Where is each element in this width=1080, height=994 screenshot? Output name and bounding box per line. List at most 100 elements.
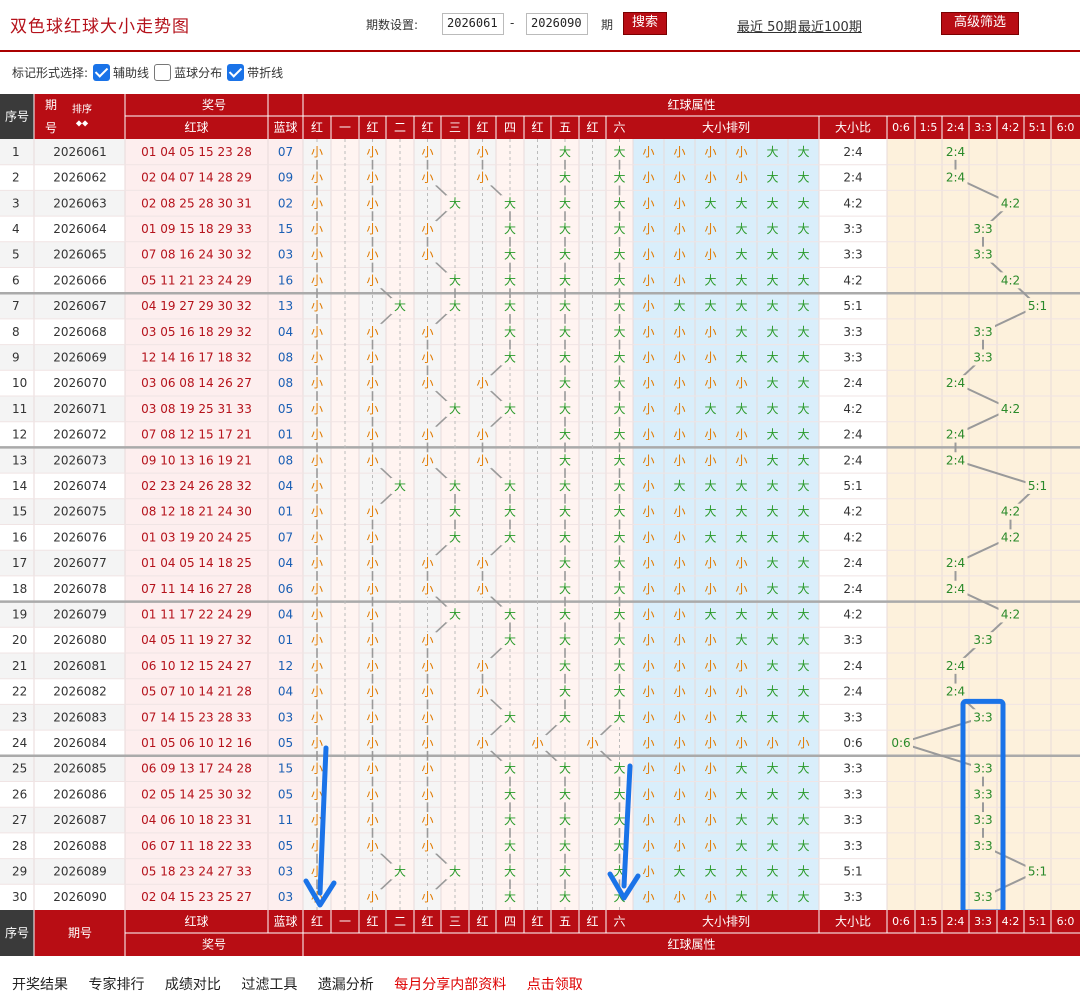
row-seq: 26 — [12, 787, 27, 801]
row-seq: 18 — [12, 582, 27, 596]
row-blue-ball: 12 — [278, 659, 293, 673]
small-mark: 小 — [366, 248, 378, 262]
footer-pos-label: 红 — [531, 914, 543, 929]
dxpl-big: 大 — [797, 376, 809, 390]
small-mark: 小 — [421, 762, 433, 776]
dxpl-small: 小 — [642, 685, 654, 699]
link-score-compare[interactable]: 成绩对比 — [165, 977, 221, 993]
header-pos-label: 红 — [366, 120, 378, 135]
row-ratio: 2:4 — [843, 582, 862, 596]
link-filter-tool[interactable]: 过滤工具 — [241, 977, 297, 993]
dxpl-big: 大 — [797, 325, 809, 339]
row-ratio: 2:4 — [843, 453, 862, 467]
big-mark: 大 — [504, 248, 516, 262]
dxpl-small: 小 — [704, 222, 716, 236]
small-mark: 小 — [421, 787, 433, 801]
dxpl-small: 小 — [673, 607, 685, 621]
row-seq: 11 — [12, 402, 27, 416]
row-period: 2026084 — [53, 736, 106, 750]
ratio-mark: 0:6 — [891, 736, 910, 750]
row-ratio: 3:3 — [843, 787, 862, 801]
dxpl-small: 小 — [642, 505, 654, 519]
ratio-mark: 2:4 — [946, 171, 965, 185]
row-blue-ball: 07 — [278, 145, 293, 159]
row-ratio: 2:4 — [843, 376, 862, 390]
small-mark: 小 — [366, 196, 378, 210]
dxpl-big: 大 — [766, 710, 778, 724]
footer-dxpl-label: 大小排列 — [702, 915, 750, 929]
small-mark: 小 — [421, 890, 433, 904]
row-red-balls: 07 14 15 23 28 33 — [141, 710, 252, 724]
big-mark: 大 — [613, 171, 625, 185]
small-mark: 小 — [421, 633, 433, 647]
dxpl-small: 小 — [704, 376, 716, 390]
small-mark: 小 — [476, 736, 488, 750]
link-claim[interactable]: 点击领取 — [527, 977, 583, 993]
dxpl-big: 大 — [735, 222, 747, 236]
row-period: 2026079 — [53, 607, 106, 621]
dxpl-small: 小 — [642, 787, 654, 801]
bottom-links: 开奖结果 专家排行 成绩对比 过滤工具 遗漏分析 每月分享内部资料 点击领取 — [12, 974, 599, 994]
big-mark: 大 — [559, 607, 571, 621]
big-mark: 大 — [504, 299, 516, 313]
row-period: 2026072 — [53, 428, 106, 442]
link-draw-results[interactable]: 开奖结果 — [12, 977, 68, 993]
dxpl-big: 大 — [704, 273, 716, 287]
header-ratio-col-label: 6:0 — [1057, 121, 1075, 134]
dxpl-small: 小 — [704, 582, 716, 596]
small-mark: 小 — [311, 556, 323, 570]
dxpl-big: 大 — [766, 350, 778, 364]
dxpl-small: 小 — [735, 736, 747, 750]
row-ratio: 5:1 — [843, 479, 862, 493]
link-expert-ranking[interactable]: 专家排行 — [88, 977, 144, 993]
dxpl-big: 大 — [797, 762, 809, 776]
big-mark: 大 — [613, 556, 625, 570]
big-mark: 大 — [613, 813, 625, 827]
header-ratio-col-label: 0:6 — [892, 121, 910, 134]
row-red-balls: 03 06 08 14 26 27 — [141, 376, 252, 390]
link-monthly-share[interactable]: 每月分享内部资料 — [394, 977, 506, 993]
dxpl-small: 小 — [673, 453, 685, 467]
small-mark: 小 — [366, 530, 378, 544]
small-mark: 小 — [311, 710, 323, 724]
big-mark: 大 — [613, 582, 625, 596]
link-omission-analysis[interactable]: 遗漏分析 — [318, 977, 374, 993]
ratio-mark: 2:4 — [946, 428, 965, 442]
big-mark: 大 — [613, 685, 625, 699]
row-ratio: 3:3 — [843, 839, 862, 853]
dxpl-big: 大 — [704, 864, 716, 878]
footer-ratio-col-label: 5:1 — [1029, 915, 1047, 928]
dxpl-big: 大 — [797, 196, 809, 210]
row-blue-ball: 01 — [278, 505, 293, 519]
dxpl-big: 大 — [766, 402, 778, 416]
row-red-balls: 05 07 10 14 21 28 — [141, 685, 252, 699]
big-mark: 大 — [504, 607, 516, 621]
big-mark: 大 — [613, 659, 625, 673]
dxpl-small: 小 — [642, 273, 654, 287]
row-blue-ball: 15 — [278, 762, 293, 776]
big-mark: 大 — [504, 710, 516, 724]
dxpl-big: 大 — [766, 171, 778, 185]
dxpl-big: 大 — [797, 813, 809, 827]
row-red-balls: 07 08 16 24 30 32 — [141, 248, 252, 262]
big-mark: 大 — [559, 453, 571, 467]
dxpl-big: 大 — [797, 556, 809, 570]
dxpl-small: 小 — [642, 171, 654, 185]
row-period: 2026071 — [53, 402, 106, 416]
row-blue-ball: 04 — [278, 556, 293, 570]
dxpl-big: 大 — [673, 299, 685, 313]
small-mark: 小 — [366, 582, 378, 596]
small-mark: 小 — [311, 325, 323, 339]
ratio-mark: 3:3 — [973, 787, 992, 801]
small-mark: 小 — [366, 556, 378, 570]
small-mark: 小 — [476, 582, 488, 596]
big-mark: 大 — [559, 299, 571, 313]
big-mark: 大 — [613, 222, 625, 236]
header-pos-label: 红 — [586, 120, 598, 135]
row-ratio: 5:1 — [843, 864, 862, 878]
row-seq: 6 — [12, 273, 20, 287]
dxpl-small: 小 — [673, 890, 685, 904]
dxpl-big: 大 — [766, 787, 778, 801]
row-seq: 19 — [12, 607, 27, 621]
row-blue-ball: 15 — [278, 222, 293, 236]
